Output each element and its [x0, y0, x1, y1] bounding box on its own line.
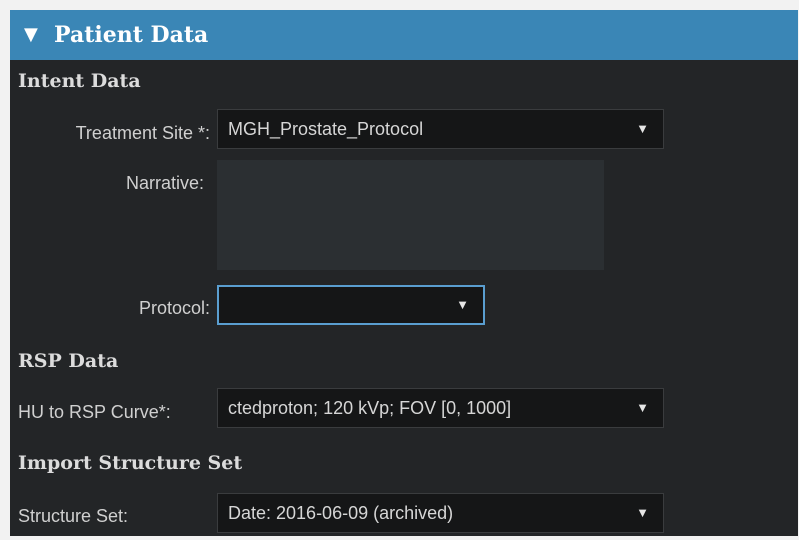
intent-data-heading: Intent Data — [18, 70, 141, 92]
import-structure-set-heading: Import Structure Set — [18, 452, 243, 474]
narrative-label: Narrative: — [125, 173, 204, 193]
protocol-select[interactable]: ▼ — [217, 285, 485, 325]
treatment-site-value: MGH_Prostate_Protocol — [228, 119, 424, 139]
hu-rsp-curve-value: ctedproton; 120 kVp; FOV [0, 1000] — [228, 398, 512, 418]
patient-data-panel: ▼ Patient Data Intent Data Treatment Sit… — [10, 10, 798, 536]
chevron-down-icon: ▼ — [456, 297, 469, 312]
panel-title: Patient Data — [54, 22, 209, 48]
treatment-site-select[interactable]: MGH_Prostate_Protocol ▼ — [217, 109, 664, 149]
rsp-data-heading: RSP Data — [18, 350, 119, 372]
chevron-down-icon: ▼ — [636, 400, 649, 415]
hu-rsp-curve-label: HU to RSP Curve*: — [18, 402, 171, 422]
structure-set-select[interactable]: Date: 2016-06-09 (archived) ▼ — [217, 493, 664, 533]
structure-set-label: Structure Set: — [18, 506, 129, 526]
hu-rsp-curve-select[interactable]: ctedproton; 120 kVp; FOV [0, 1000] ▼ — [217, 388, 664, 428]
narrative-textarea[interactable] — [217, 160, 604, 270]
protocol-label: Protocol: — [138, 298, 210, 318]
chevron-down-icon: ▼ — [636, 505, 649, 520]
structure-set-value: Date: 2016-06-09 (archived) — [228, 503, 454, 523]
panel-header[interactable]: ▼ Patient Data — [10, 10, 798, 60]
triangle-down-icon[interactable]: ▼ — [24, 10, 38, 60]
chevron-down-icon: ▼ — [636, 121, 649, 136]
treatment-site-label: Treatment Site *: — [75, 123, 210, 143]
